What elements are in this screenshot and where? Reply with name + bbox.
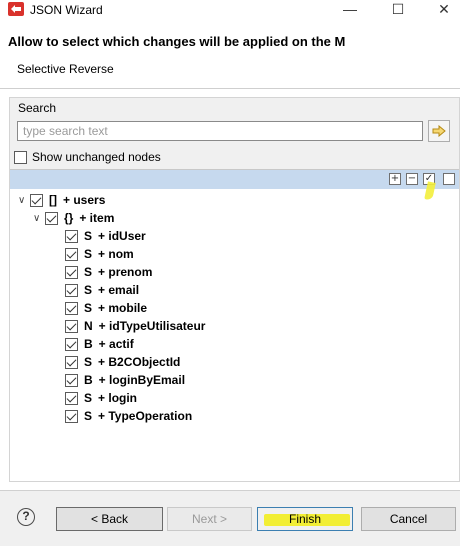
chevron-down-icon[interactable]: ∨: [33, 213, 45, 224]
tree-checkbox[interactable]: [65, 409, 78, 423]
chevron-down-icon[interactable]: ∨: [18, 195, 30, 206]
node-type: S: [84, 391, 93, 405]
node-label: + B2CObjectId: [98, 355, 181, 369]
tree-node-leaf[interactable]: S + B2CObjectId: [65, 353, 180, 371]
tree-node-leaf[interactable]: B + loginByEmail: [65, 371, 185, 389]
node-label: + users: [63, 193, 106, 207]
tree-node-item[interactable]: ∨ {} + item: [33, 209, 114, 227]
node-type: S: [84, 409, 93, 423]
tree-node-leaf[interactable]: S + idUser: [65, 227, 146, 245]
search-label: Search: [18, 101, 57, 115]
collapse-all-icon[interactable]: −: [406, 173, 418, 185]
node-type: S: [84, 265, 93, 279]
tree-node-leaf[interactable]: S + mobile: [65, 299, 147, 317]
tree-checkbox[interactable]: [65, 373, 78, 387]
node-type: S: [84, 301, 93, 315]
page-subtitle: Selective Reverse: [17, 62, 114, 76]
finish-label: Finish: [288, 512, 321, 526]
node-label: + prenom: [98, 265, 153, 279]
node-label: + login: [98, 391, 138, 405]
tree-node-leaf[interactable]: S + login: [65, 389, 137, 407]
node-label: + TypeOperation: [98, 409, 193, 423]
node-label: + loginByEmail: [98, 373, 186, 387]
tree-node-leaf[interactable]: N + idTypeUtilisateur: [65, 317, 205, 335]
tree-node-users[interactable]: ∨ [] + users: [18, 191, 105, 209]
cancel-label: Cancel: [389, 512, 428, 526]
next-button[interactable]: Next >: [167, 507, 252, 531]
search-button[interactable]: [428, 120, 450, 142]
tree-toolbar: + − ✓: [10, 170, 459, 189]
node-label: + nom: [98, 247, 134, 261]
node-type: S: [84, 283, 93, 297]
tree-checkbox[interactable]: [65, 283, 78, 297]
header-divider: [0, 88, 460, 89]
tree-checkbox[interactable]: [65, 355, 78, 369]
node-label: + idUser: [98, 229, 146, 243]
tree-checkbox[interactable]: [65, 337, 78, 351]
tree-node-leaf[interactable]: S + email: [65, 281, 139, 299]
page-title: Allow to select which changes will be ap…: [8, 34, 346, 49]
tree-node-leaf[interactable]: S + prenom: [65, 263, 152, 281]
arrow-right-icon: [432, 125, 446, 137]
tree-checkbox[interactable]: [65, 247, 78, 261]
node-label: + item: [79, 211, 115, 225]
expand-all-icon[interactable]: +: [389, 173, 401, 185]
tree-checkbox[interactable]: [45, 211, 58, 225]
tree-node-leaf[interactable]: B + actif: [65, 335, 134, 353]
show-unchanged-label: Show unchanged nodes: [32, 150, 161, 164]
uncheck-all-icon[interactable]: [443, 173, 455, 185]
tree-node-leaf[interactable]: S + TypeOperation: [65, 407, 192, 425]
node-label: + mobile: [98, 301, 148, 315]
node-label: + idTypeUtilisateur: [98, 319, 206, 333]
finish-button[interactable]: Finish: [257, 507, 353, 531]
help-icon[interactable]: ?: [17, 508, 35, 526]
maximize-button[interactable]: ☐: [378, 0, 418, 20]
node-type: S: [84, 247, 93, 261]
node-type: {}: [64, 211, 74, 225]
back-button[interactable]: < Back: [56, 507, 163, 531]
tree-node-leaf[interactable]: S + nom: [65, 245, 134, 263]
app-logo-icon: [8, 2, 24, 16]
title-bar: JSON Wizard — ☐ ✕: [0, 0, 460, 20]
node-label: + email: [98, 283, 140, 297]
node-label: + actif: [98, 337, 134, 351]
next-label: Next >: [191, 512, 227, 526]
close-button[interactable]: ✕: [424, 0, 460, 20]
minimize-button[interactable]: —: [330, 0, 370, 20]
node-type: N: [84, 319, 93, 333]
tree-checkbox[interactable]: [65, 265, 78, 279]
show-unchanged-checkbox[interactable]: [14, 150, 27, 164]
node-type: []: [49, 193, 57, 207]
tree-checkbox[interactable]: [65, 301, 78, 315]
window-title: JSON Wizard: [30, 3, 103, 17]
tree-checkbox[interactable]: [65, 229, 78, 243]
back-label: < Back: [90, 512, 129, 526]
node-type: S: [84, 229, 93, 243]
node-type: S: [84, 355, 93, 369]
search-input[interactable]: [17, 121, 423, 141]
tree-panel: + − ✓ ∨ [] + users ∨ {} + item S + idUse…: [10, 169, 459, 481]
node-type: B: [84, 337, 93, 351]
node-type: B: [84, 373, 93, 387]
show-unchanged-toggle[interactable]: Show unchanged nodes: [14, 150, 161, 164]
tree-checkbox[interactable]: [30, 193, 43, 207]
tree-checkbox[interactable]: [65, 391, 78, 405]
tree-checkbox[interactable]: [65, 319, 78, 333]
cancel-button[interactable]: Cancel: [361, 507, 456, 531]
